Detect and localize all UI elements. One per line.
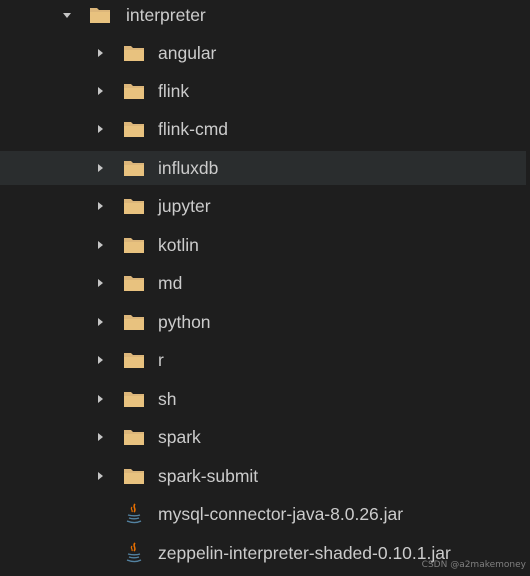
tree-item-label: python	[158, 312, 211, 332]
folder-icon	[123, 120, 145, 138]
folder-icon	[123, 236, 145, 254]
folder-icon	[123, 428, 145, 446]
chevron-right-icon[interactable]	[94, 47, 106, 59]
folder-icon	[123, 313, 145, 331]
tree-item-interpreter[interactable]: interpreter	[0, 0, 530, 32]
tree-item-mysql-connector-jar[interactable]: mysql-connector-java-8.0.26.jar	[0, 497, 530, 531]
java-jar-icon	[123, 542, 145, 563]
tree-item-label: jupyter	[158, 196, 211, 216]
tree-item-label: influxdb	[158, 158, 219, 178]
folder-icon	[123, 467, 145, 485]
watermark: CSDN @a2makemoney	[421, 560, 526, 570]
tree-item-label: spark	[158, 427, 201, 447]
chevron-right-icon[interactable]	[94, 393, 106, 405]
tree-item-label: flink-cmd	[158, 119, 229, 139]
tree-item-label: flink	[158, 81, 190, 101]
chevron-right-icon[interactable]	[94, 85, 106, 97]
java-jar-icon	[123, 503, 145, 524]
tree-item-spark-submit[interactable]: spark-submit	[0, 459, 530, 493]
tree-item-md[interactable]: md	[0, 266, 530, 300]
tree-item-label: interpreter	[126, 5, 206, 25]
file-explorer-tree: interpreter angular flink flink-cmd infl…	[0, 0, 530, 576]
folder-icon	[123, 82, 145, 100]
folder-icon	[123, 197, 145, 215]
tree-item-influxdb[interactable]: influxdb	[0, 151, 530, 185]
tree-item-jupyter[interactable]: jupyter	[0, 189, 530, 223]
folder-icon	[123, 390, 145, 408]
tree-item-label: mysql-connector-java-8.0.26.jar	[158, 504, 404, 524]
tree-item-label: angular	[158, 43, 217, 63]
folder-icon	[123, 44, 145, 62]
folder-icon	[123, 159, 145, 177]
tree-item-label: md	[158, 273, 183, 293]
folder-icon	[89, 6, 111, 24]
chevron-down-icon[interactable]	[61, 9, 73, 21]
tree-item-label: sh	[158, 389, 177, 409]
chevron-right-icon[interactable]	[94, 200, 106, 212]
tree-item-kotlin[interactable]: kotlin	[0, 228, 530, 262]
tree-item-sh[interactable]: sh	[0, 382, 530, 416]
tree-item-label: kotlin	[158, 235, 199, 255]
chevron-right-icon[interactable]	[94, 162, 106, 174]
folder-icon	[123, 351, 145, 369]
chevron-right-icon[interactable]	[94, 316, 106, 328]
chevron-right-icon[interactable]	[94, 470, 106, 482]
tree-item-r[interactable]: r	[0, 343, 530, 377]
tree-item-flink-cmd[interactable]: flink-cmd	[0, 112, 530, 146]
tree-item-angular[interactable]: angular	[0, 36, 530, 70]
chevron-right-icon[interactable]	[94, 431, 106, 443]
tree-item-label: r	[158, 350, 164, 370]
chevron-right-icon[interactable]	[94, 277, 106, 289]
tree-item-python[interactable]: python	[0, 305, 530, 339]
tree-item-label: zeppelin-interpreter-shaded-0.10.1.jar	[158, 543, 451, 563]
chevron-right-icon[interactable]	[94, 123, 106, 135]
tree-item-label: spark-submit	[158, 466, 259, 486]
tree-item-flink[interactable]: flink	[0, 74, 530, 108]
chevron-right-icon[interactable]	[94, 239, 106, 251]
tree-item-spark[interactable]: spark	[0, 420, 530, 454]
scrollbar[interactable]	[526, 0, 530, 576]
chevron-right-icon[interactable]	[94, 354, 106, 366]
folder-icon	[123, 274, 145, 292]
